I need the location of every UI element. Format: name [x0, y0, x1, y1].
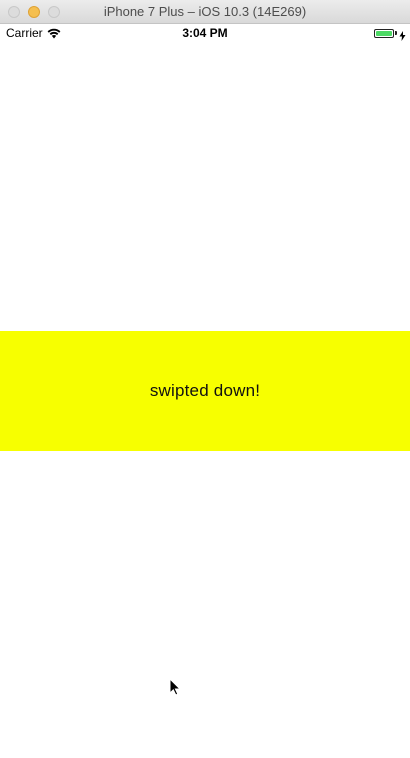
swipe-result-banner: swipted down! — [0, 331, 410, 451]
battery-icon — [374, 28, 406, 41]
battery-body — [374, 28, 394, 38]
battery-fill — [376, 30, 392, 36]
status-time: 3:04 PM — [182, 26, 228, 40]
charging-icon — [399, 28, 406, 41]
simulator-window: iPhone 7 Plus – iOS 10.3 (14E269) Carrie… — [0, 0, 410, 758]
window-title: iPhone 7 Plus – iOS 10.3 (14E269) — [103, 4, 307, 19]
mouse-cursor-icon — [169, 677, 182, 696]
ios-status-bar: Carrier 3:04 PM — [0, 24, 410, 44]
battery-tip — [395, 31, 397, 35]
swipe-result-label: swipted down! — [149, 381, 261, 400]
window-titlebar: iPhone 7 Plus – iOS 10.3 (14E269) — [0, 0, 410, 24]
